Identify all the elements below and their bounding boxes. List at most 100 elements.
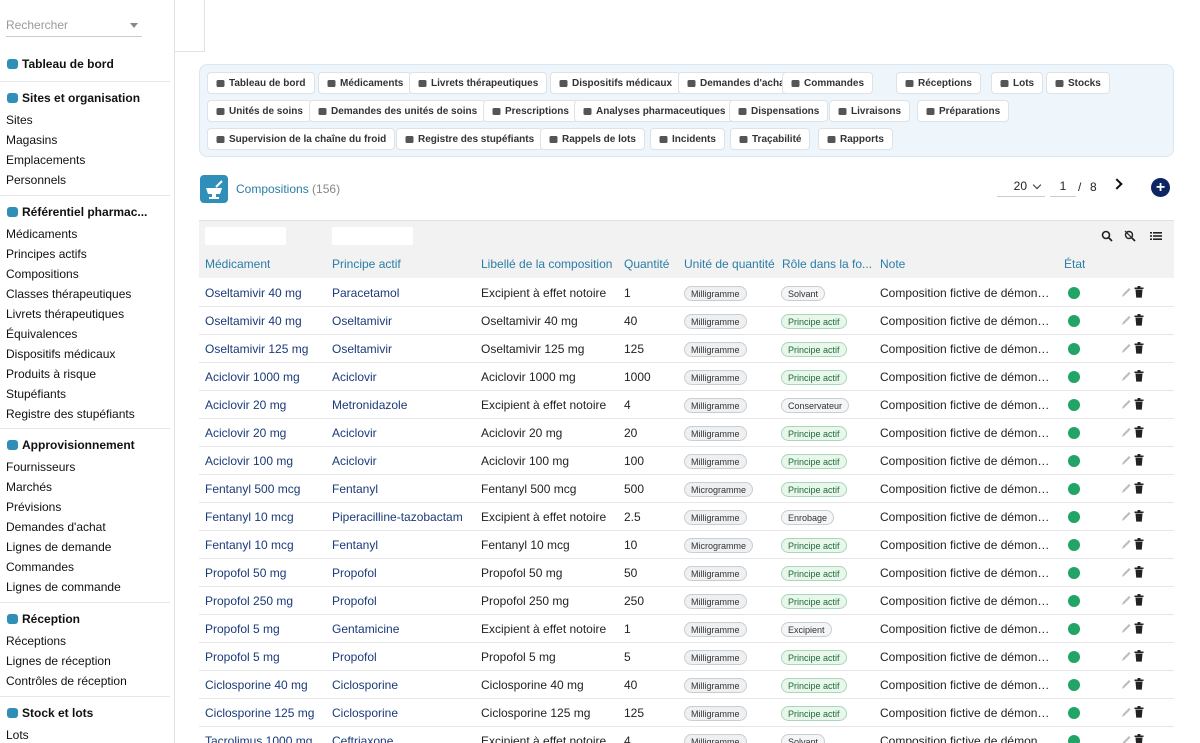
quick-link-button[interactable]: Médicaments <box>318 72 413 94</box>
sidebar-item[interactable]: Fournisseurs <box>6 460 75 474</box>
sidebar-item[interactable]: Médicaments <box>6 227 77 241</box>
sidebar-item[interactable]: Registre des stupéfiants <box>6 407 135 421</box>
sidebar-section-3[interactable]: Approvisionnement <box>6 438 135 452</box>
sidebar-item[interactable]: Demandes d'achat <box>6 520 106 534</box>
sidebar-item[interactable]: Lignes de commande <box>6 580 121 594</box>
edit-icon[interactable] <box>1121 482 1131 494</box>
sidebar-item[interactable]: Contrôles de réception <box>6 674 127 688</box>
column-libelle[interactable]: Libellé de la composition <box>481 257 612 271</box>
sidebar-item[interactable]: Marchés <box>6 480 52 494</box>
sidebar-item[interactable]: Principes actifs <box>6 247 87 261</box>
quick-link-button[interactable]: Incidents <box>650 128 725 150</box>
column-unite[interactable]: Unité de quantité <box>684 257 775 271</box>
cell-principe-actif-link[interactable]: Ciclosporine <box>332 706 398 720</box>
sidebar-item[interactable]: Sites <box>6 113 33 127</box>
delete-icon[interactable] <box>1134 370 1144 382</box>
sidebar-item[interactable]: Lignes de réception <box>6 654 111 668</box>
edit-icon[interactable] <box>1121 342 1131 354</box>
search-icon[interactable] <box>1101 230 1113 242</box>
table-row[interactable]: Propofol 50 mg Propofol Propofol 50 mg 50 Mi… <box>199 559 1174 587</box>
table-row[interactable]: Fentanyl 10 mcg Piperacilline-tazobactam E… <box>199 503 1174 531</box>
cell-principe-actif-link[interactable]: Fentanyl <box>332 482 378 496</box>
table-row[interactable]: Aciclovir 20 mg Metronidazole Excipient à … <box>199 391 1174 419</box>
edit-icon[interactable] <box>1121 566 1131 578</box>
cell-medicament-link[interactable]: Fentanyl 10 mcg <box>205 510 294 524</box>
sidebar-section-0[interactable]: Tableau de bord <box>6 57 114 71</box>
column-medicament[interactable]: Médicament <box>205 257 270 271</box>
edit-icon[interactable] <box>1121 538 1131 550</box>
edit-icon[interactable] <box>1121 650 1131 662</box>
edit-icon[interactable] <box>1121 622 1131 634</box>
next-page-button[interactable] <box>1111 178 1125 192</box>
table-row[interactable]: Oseltamivir 125 mg Oseltamivir Oseltamivir… <box>199 335 1174 363</box>
quick-link-button[interactable]: Tableau de bord <box>207 72 315 94</box>
cell-principe-actif-link[interactable]: Propofol <box>332 566 377 580</box>
delete-icon[interactable] <box>1134 398 1144 410</box>
table-row[interactable]: Oseltamivir 40 mg Oseltamivir Oseltamivir … <box>199 307 1174 335</box>
filter-principe-actif-input[interactable] <box>332 227 413 245</box>
cell-principe-actif-link[interactable]: Gentamicine <box>332 622 399 636</box>
cell-medicament-link[interactable]: Ciclosporine 40 mg <box>205 678 308 692</box>
add-button[interactable]: + <box>1151 178 1170 197</box>
list-view-icon[interactable] <box>1150 230 1162 242</box>
sidebar-section-4[interactable]: Réception <box>6 612 80 626</box>
cell-medicament-link[interactable]: Ciclosporine 125 mg <box>205 706 314 720</box>
edit-icon[interactable] <box>1121 398 1131 410</box>
quick-link-button[interactable]: Livrets thérapeutiques <box>409 72 548 94</box>
sidebar-item[interactable]: Lignes de demande <box>6 540 111 554</box>
cell-principe-actif-link[interactable]: Ceftriaxone <box>332 734 393 743</box>
sidebar-item[interactable]: Emplacements <box>6 153 85 167</box>
cell-medicament-link[interactable]: Oseltamivir 40 mg <box>205 314 302 328</box>
cell-principe-actif-link[interactable]: Aciclovir <box>332 370 377 384</box>
cell-medicament-link[interactable]: Propofol 5 mg <box>205 622 280 636</box>
clear-search-icon[interactable] <box>1124 230 1136 242</box>
cell-medicament-link[interactable]: Aciclovir 20 mg <box>205 398 286 412</box>
cell-medicament-link[interactable]: Propofol 250 mg <box>205 594 293 608</box>
sidebar-item[interactable]: Équivalences <box>6 327 77 341</box>
table-row[interactable]: Tacrolimus 1000 mg Ceftriaxone Excipient à… <box>199 727 1174 743</box>
column-role[interactable]: Rôle dans la fo... <box>782 257 872 271</box>
column-quantite[interactable]: Quantité <box>624 257 669 271</box>
sidebar-item[interactable]: Magasins <box>6 133 57 147</box>
quick-link-button[interactable]: Demandes d'achat <box>678 72 797 94</box>
cell-medicament-link[interactable]: Oseltamivir 40 mg <box>205 286 302 300</box>
quick-link-button[interactable]: Stocks <box>1046 72 1110 94</box>
quick-link-button[interactable]: Lots <box>991 72 1044 94</box>
quick-link-button[interactable]: Prescriptions <box>483 100 578 122</box>
sidebar-item[interactable]: Stupéfiants <box>6 387 66 401</box>
edit-icon[interactable] <box>1121 314 1131 326</box>
edit-icon[interactable] <box>1121 706 1131 718</box>
cell-principe-actif-link[interactable]: Propofol <box>332 594 377 608</box>
delete-icon[interactable] <box>1134 538 1144 550</box>
edit-icon[interactable] <box>1121 594 1131 606</box>
delete-icon[interactable] <box>1134 594 1144 606</box>
edit-icon[interactable] <box>1121 426 1131 438</box>
cell-principe-actif-link[interactable]: Ciclosporine <box>332 678 398 692</box>
filter-medicament-input[interactable] <box>205 227 286 245</box>
delete-icon[interactable] <box>1134 342 1144 354</box>
sidebar-item[interactable]: Compositions <box>6 267 79 281</box>
table-row[interactable]: Propofol 250 mg Propofol Propofol 250 mg 25… <box>199 587 1174 615</box>
cell-medicament-link[interactable]: Fentanyl 500 mcg <box>205 482 300 496</box>
quick-link-button[interactable]: Rapports <box>818 128 893 150</box>
table-row[interactable]: Propofol 5 mg Gentamicine Excipient à effe… <box>199 615 1174 643</box>
cell-medicament-link[interactable]: Oseltamivir 125 mg <box>205 342 308 356</box>
edit-icon[interactable] <box>1121 286 1131 298</box>
delete-icon[interactable] <box>1134 286 1144 298</box>
quick-link-button[interactable]: Rappels de lots <box>540 128 645 150</box>
table-row[interactable]: Aciclovir 1000 mg Aciclovir Aciclovir 1000… <box>199 363 1174 391</box>
cell-medicament-link[interactable]: Fentanyl 10 mcg <box>205 538 294 552</box>
column-etat[interactable]: État <box>1064 257 1085 271</box>
cell-principe-actif-link[interactable]: Piperacilline-tazobactam <box>332 510 463 524</box>
table-row[interactable]: Fentanyl 10 mcg Fentanyl Fentanyl 10 mcg 10… <box>199 531 1174 559</box>
delete-icon[interactable] <box>1134 678 1144 690</box>
cell-medicament-link[interactable]: Propofol 5 mg <box>205 650 280 664</box>
quick-link-button[interactable]: Analyses pharmaceutiques <box>574 100 735 122</box>
sidebar-item[interactable]: Dispositifs médicaux <box>6 347 115 361</box>
cell-medicament-link[interactable]: Aciclovir 100 mg <box>205 454 293 468</box>
sidebar-item[interactable]: Prévisions <box>6 500 61 514</box>
quick-link-button[interactable]: Livraisons <box>829 100 911 122</box>
cell-medicament-link[interactable]: Aciclovir 1000 mg <box>205 370 300 384</box>
cell-principe-actif-link[interactable]: Aciclovir <box>332 426 377 440</box>
sidebar-item[interactable]: Personnels <box>6 173 66 187</box>
